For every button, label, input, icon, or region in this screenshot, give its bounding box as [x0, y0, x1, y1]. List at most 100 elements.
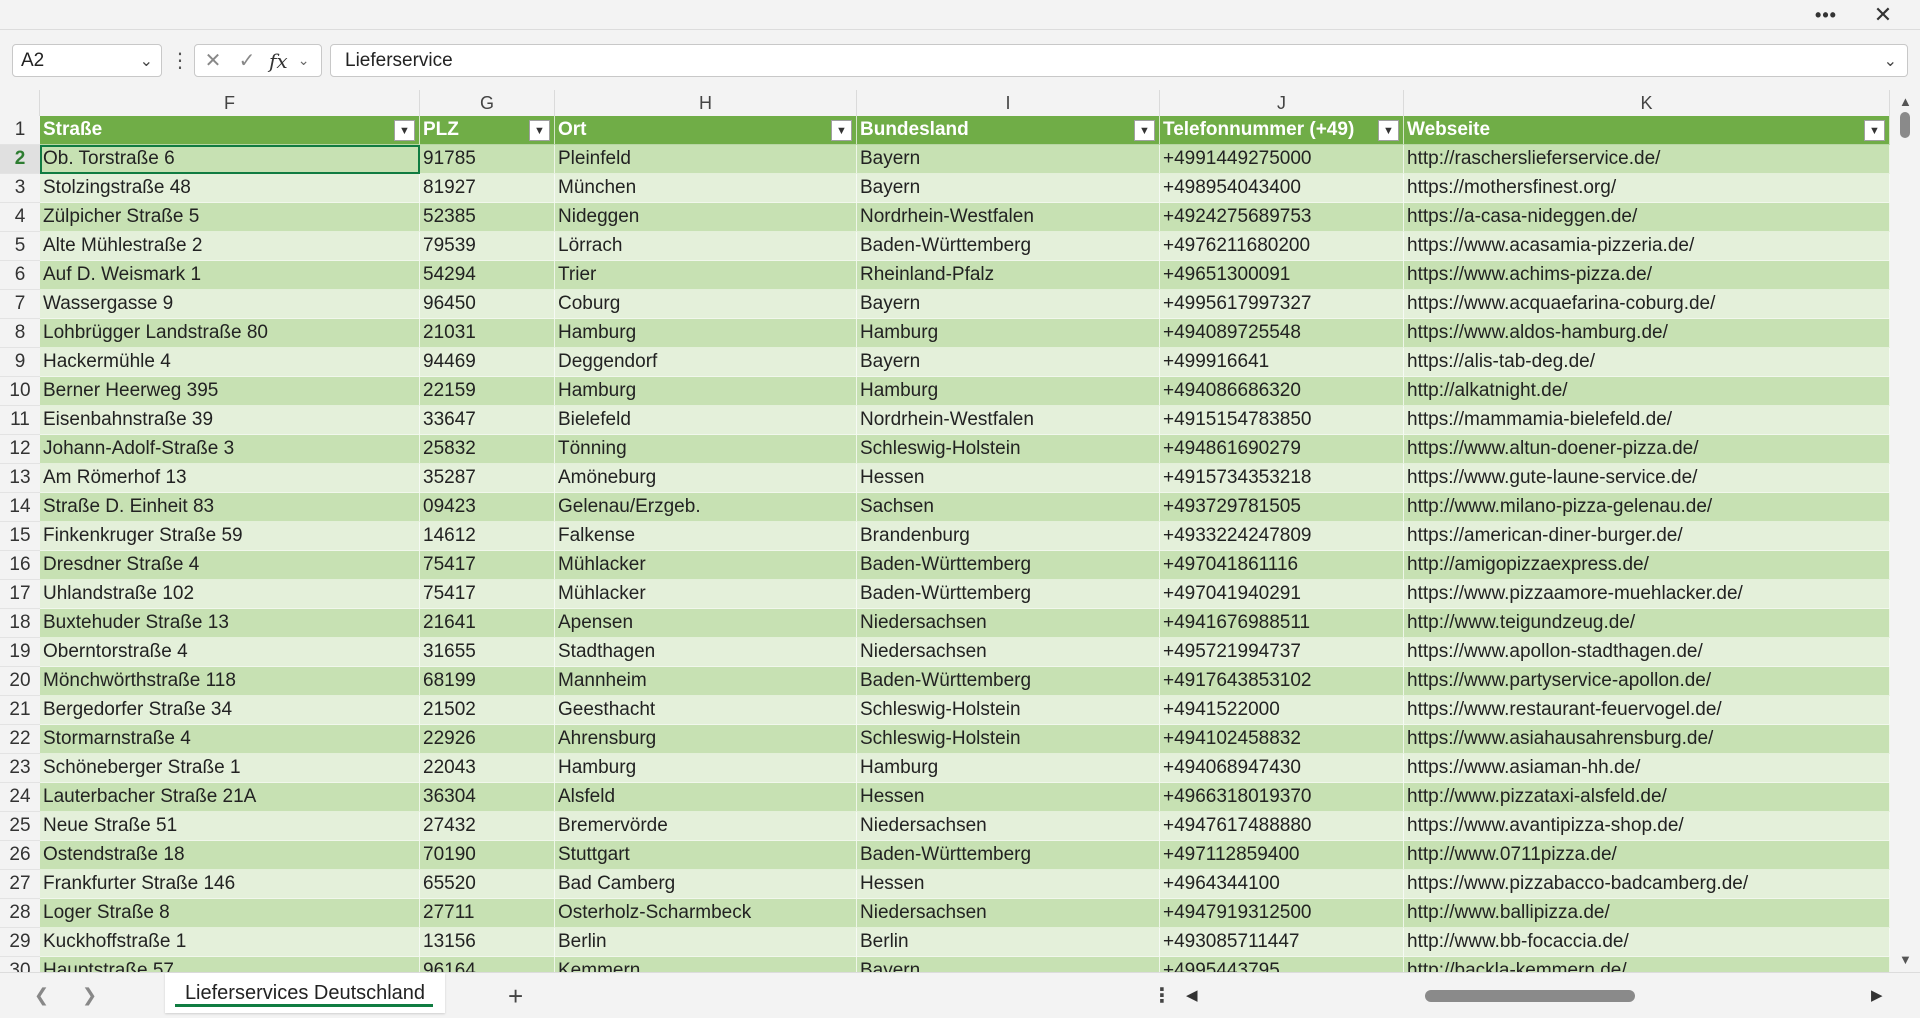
- table-cell[interactable]: Bayern: [857, 145, 1160, 174]
- table-cell[interactable]: Trier: [555, 261, 857, 290]
- table-cell[interactable]: 22043: [420, 754, 555, 783]
- formula-input[interactable]: Lieferservice ⌄: [330, 44, 1908, 77]
- table-cell[interactable]: 68199: [420, 667, 555, 696]
- table-cell[interactable]: 35287: [420, 464, 555, 493]
- sheet-options-icon[interactable]: ⋮: [1152, 983, 1172, 1008]
- filter-dropdown-icon[interactable]: ▼: [1378, 120, 1399, 141]
- table-cell[interactable]: https://www.aldos-hamburg.de/: [1404, 319, 1890, 348]
- table-cell[interactable]: Hessen: [857, 783, 1160, 812]
- row-number[interactable]: 10: [0, 377, 40, 406]
- enter-check-icon[interactable]: ✓: [235, 48, 259, 73]
- table-cell[interactable]: https://www.asiahausahrensburg.de/: [1404, 725, 1890, 754]
- table-cell[interactable]: +4947919312500: [1160, 899, 1404, 928]
- table-cell[interactable]: Apensen: [555, 609, 857, 638]
- table-cell[interactable]: https://www.achims-pizza.de/: [1404, 261, 1890, 290]
- table-cell[interactable]: 96164: [420, 957, 555, 972]
- filter-dropdown-icon[interactable]: ▼: [394, 120, 415, 141]
- table-cell[interactable]: Lauterbacher Straße 21A: [40, 783, 420, 812]
- table-cell[interactable]: +495721994737: [1160, 638, 1404, 667]
- row-number[interactable]: 13: [0, 464, 40, 493]
- table-cell[interactable]: Berlin: [857, 928, 1160, 957]
- table-cell[interactable]: Hamburg: [555, 377, 857, 406]
- table-cell[interactable]: 33647: [420, 406, 555, 435]
- table-cell[interactable]: 81927: [420, 174, 555, 203]
- table-cell[interactable]: https://a-casa-nideggen.de/: [1404, 203, 1890, 232]
- column-header-f[interactable]: F: [40, 90, 420, 116]
- chevron-down-icon[interactable]: ⌄: [298, 52, 310, 69]
- table-cell[interactable]: Kuckhoffstraße 1: [40, 928, 420, 957]
- table-cell[interactable]: Schleswig-Holstein: [857, 725, 1160, 754]
- table-cell[interactable]: 79539: [420, 232, 555, 261]
- row-number[interactable]: 14: [0, 493, 40, 522]
- column-header-k[interactable]: K: [1404, 90, 1890, 116]
- table-cell[interactable]: Coburg: [555, 290, 857, 319]
- table-cell[interactable]: Berner Heerweg 395: [40, 377, 420, 406]
- table-cell[interactable]: Mühlacker: [555, 580, 857, 609]
- row-number[interactable]: 2: [0, 145, 40, 174]
- row-number[interactable]: 30: [0, 957, 40, 972]
- plus-icon[interactable]: +: [508, 981, 523, 1012]
- row-number[interactable]: 28: [0, 899, 40, 928]
- table-cell[interactable]: 22159: [420, 377, 555, 406]
- column-header-j[interactable]: J: [1160, 90, 1404, 116]
- table-cell[interactable]: Schöneberger Straße 1: [40, 754, 420, 783]
- table-cell[interactable]: +494089725548: [1160, 319, 1404, 348]
- table-cell[interactable]: Straße D. Einheit 83: [40, 493, 420, 522]
- table-cell[interactable]: Bad Camberg: [555, 870, 857, 899]
- table-cell[interactable]: +4995443795: [1160, 957, 1404, 972]
- table-cell[interactable]: Hamburg: [857, 754, 1160, 783]
- table-cell[interactable]: Oberntorstraße 4: [40, 638, 420, 667]
- table-cell[interactable]: Nordrhein-Westfalen: [857, 203, 1160, 232]
- table-cell[interactable]: +4941676988511: [1160, 609, 1404, 638]
- select-all-corner[interactable]: [0, 90, 40, 116]
- table-cell[interactable]: Mühlacker: [555, 551, 857, 580]
- expand-formula-chevron-icon[interactable]: ⌄: [1884, 51, 1897, 71]
- vertical-scroll-thumb[interactable]: [1900, 112, 1910, 138]
- table-cell[interactable]: https://www.partyservice-apollon.de/: [1404, 667, 1890, 696]
- filter-dropdown-icon[interactable]: ▼: [529, 120, 550, 141]
- table-cell[interactable]: Mönchwörthstraße 118: [40, 667, 420, 696]
- table-cell[interactable]: Berlin: [555, 928, 857, 957]
- table-cell[interactable]: Nordrhein-Westfalen: [857, 406, 1160, 435]
- row-number[interactable]: 20: [0, 667, 40, 696]
- header-cell[interactable]: Telefonnummer (+49) ▼: [1160, 116, 1404, 145]
- table-cell[interactable]: 14612: [420, 522, 555, 551]
- table-cell[interactable]: Schleswig-Holstein: [857, 696, 1160, 725]
- table-cell[interactable]: Stuttgart: [555, 841, 857, 870]
- table-cell[interactable]: http://www.pizzataxi-alsfeld.de/: [1404, 783, 1890, 812]
- row-number[interactable]: 7: [0, 290, 40, 319]
- chevron-down-icon[interactable]: ⌄: [140, 51, 153, 71]
- table-cell[interactable]: http://www.0711pizza.de/: [1404, 841, 1890, 870]
- table-cell[interactable]: 36304: [420, 783, 555, 812]
- table-cell[interactable]: Alte Mühlestraße 2: [40, 232, 420, 261]
- table-cell[interactable]: Tönning: [555, 435, 857, 464]
- table-cell[interactable]: Frankfurter Straße 146: [40, 870, 420, 899]
- table-cell[interactable]: Baden-Württemberg: [857, 232, 1160, 261]
- row-number[interactable]: 6: [0, 261, 40, 290]
- close-icon[interactable]: ✕: [1860, 0, 1906, 30]
- header-cell[interactable]: Straße ▼: [40, 116, 420, 145]
- table-cell[interactable]: Hackermühle 4: [40, 348, 420, 377]
- table-cell[interactable]: 27432: [420, 812, 555, 841]
- table-cell[interactable]: Kemmern: [555, 957, 857, 972]
- header-cell[interactable]: PLZ ▼: [420, 116, 555, 145]
- table-cell[interactable]: Osterholz-Scharmbeck: [555, 899, 857, 928]
- table-cell[interactable]: Bayern: [857, 348, 1160, 377]
- row-number[interactable]: 19: [0, 638, 40, 667]
- table-cell[interactable]: +497112859400: [1160, 841, 1404, 870]
- table-cell[interactable]: Niedersachsen: [857, 899, 1160, 928]
- scroll-left-icon[interactable]: ◀: [1186, 986, 1198, 1004]
- table-cell[interactable]: Hessen: [857, 870, 1160, 899]
- row-number[interactable]: 1: [0, 116, 40, 145]
- scroll-up-icon[interactable]: ▲: [1899, 94, 1912, 109]
- table-cell[interactable]: 13156: [420, 928, 555, 957]
- table-cell[interactable]: Deggendorf: [555, 348, 857, 377]
- row-number[interactable]: 8: [0, 319, 40, 348]
- previous-sheet-icon[interactable]: ❮: [34, 985, 49, 1006]
- row-number[interactable]: 23: [0, 754, 40, 783]
- table-cell[interactable]: Ob. Torstraße 6: [40, 145, 420, 174]
- table-cell[interactable]: Finkenkruger Straße 59: [40, 522, 420, 551]
- table-cell[interactable]: Johann-Adolf-Straße 3: [40, 435, 420, 464]
- filter-dropdown-icon[interactable]: ▼: [1864, 120, 1885, 141]
- header-cell[interactable]: Webseite ▼: [1404, 116, 1890, 145]
